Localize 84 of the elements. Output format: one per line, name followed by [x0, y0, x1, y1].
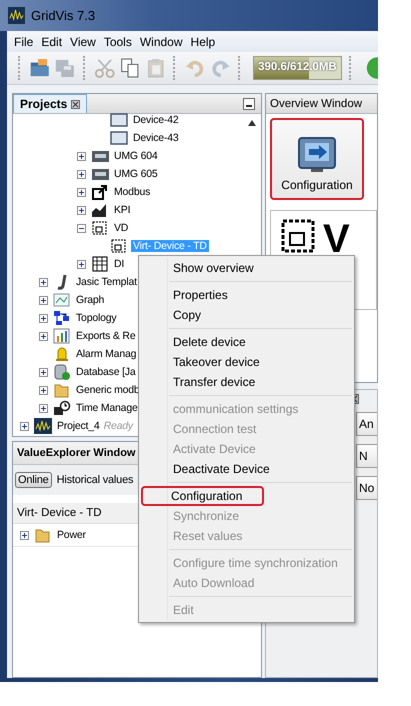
dotted-box-icon	[281, 219, 315, 253]
dotted-box-icon	[91, 220, 109, 236]
beacon-icon	[53, 346, 71, 362]
pages-icon[interactable]	[119, 56, 141, 80]
graph-icon	[53, 292, 71, 308]
tree-item[interactable]: Project_4	[55, 420, 102, 432]
menu-item[interactable]: Show overview	[139, 258, 352, 278]
bar-chart-icon	[53, 328, 71, 344]
mode-toggle[interactable]: Online	[15, 472, 52, 488]
collapse-icon[interactable]	[77, 224, 86, 232]
menu-item[interactable]: Tools	[100, 34, 136, 48]
menu-item[interactable]: View	[66, 34, 100, 48]
dropdown-field[interactable]: An	[356, 412, 377, 436]
expand-icon[interactable]	[39, 404, 48, 412]
tree-item[interactable]: UMG 604	[112, 150, 160, 162]
expand-icon[interactable]	[77, 170, 86, 178]
waveform-icon	[8, 7, 25, 24]
round-icon[interactable]	[365, 56, 378, 80]
expand-icon[interactable]	[20, 422, 29, 430]
tree-item[interactable]: Graph	[74, 294, 106, 306]
menu-item[interactable]: Window	[136, 34, 187, 48]
dotted-box-icon	[110, 238, 128, 254]
clock-icon	[53, 400, 71, 416]
tree-item[interactable]: Device-42	[131, 114, 180, 126]
close-icon[interactable]	[71, 100, 80, 108]
expand-icon[interactable]	[39, 296, 48, 304]
tree-item[interactable]: VD	[112, 222, 130, 234]
database-icon	[53, 364, 71, 380]
tree-item[interactable]: Device-43	[131, 132, 180, 144]
export-icon	[91, 184, 109, 200]
meter-icon	[91, 148, 109, 164]
tree-item[interactable]: KPI	[112, 204, 132, 216]
menu-item[interactable]: Deactivate Device	[139, 459, 352, 479]
tree-item[interactable]: Time Manage	[74, 402, 140, 414]
dropdown-field[interactable]: No	[356, 476, 377, 500]
tree-item[interactable]: UMG 605	[112, 168, 160, 180]
menu-item[interactable]: Properties	[139, 285, 352, 305]
menu-item[interactable]: Edit	[37, 34, 66, 48]
expand-icon[interactable]	[77, 152, 86, 160]
panel-title: ValueExplorer Window	[17, 447, 136, 459]
tree-item[interactable]: Topology	[74, 312, 118, 324]
monitor-icon	[110, 130, 128, 146]
menu-item[interactable]: Takeover device	[139, 352, 352, 372]
tree-item[interactable]: Database [Ja	[74, 366, 138, 378]
tree-item[interactable]: Power	[55, 529, 88, 541]
minimize-icon[interactable]	[243, 98, 255, 110]
expand-icon[interactable]	[20, 530, 29, 540]
folder-icon	[53, 382, 71, 398]
configuration-button[interactable]: Configuration	[270, 118, 364, 200]
meter-icon	[91, 166, 109, 182]
tree-item[interactable]: Modbus	[112, 186, 152, 198]
expand-icon[interactable]	[39, 386, 48, 394]
menu-item[interactable]: Configuration	[141, 486, 264, 506]
dropdown-field[interactable]: N	[356, 444, 377, 468]
chart-icon	[91, 202, 109, 218]
menu-item[interactable]: Transfer device	[139, 372, 352, 392]
tree-item[interactable]: Jasic Templat	[74, 276, 139, 288]
expand-icon[interactable]	[77, 206, 86, 214]
expand-icon[interactable]	[39, 314, 48, 322]
tree-item[interactable]: Alarm Manag	[74, 348, 138, 360]
device-name-text: V	[323, 219, 350, 259]
menu-item[interactable]: Help	[186, 34, 220, 48]
menu-item[interactable]: Delete device	[139, 332, 352, 352]
expand-icon[interactable]	[39, 368, 48, 376]
monitor-icon	[110, 112, 128, 128]
tab-title: Projects	[20, 97, 68, 111]
menu-item[interactable]: Copy	[139, 305, 352, 325]
expand-icon[interactable]	[77, 188, 86, 196]
window-title: GridVis 7.3	[31, 8, 96, 23]
expand-icon[interactable]	[77, 260, 86, 268]
folder-icon	[34, 527, 52, 543]
waveform-icon	[34, 418, 52, 434]
grid-icon	[91, 256, 109, 272]
mode-toggle[interactable]: Historical values	[54, 472, 136, 488]
expand-icon[interactable]	[39, 278, 48, 286]
menu-item[interactable]: File	[10, 34, 38, 48]
monitor-arrow-icon	[297, 136, 337, 174]
status-text: Ready	[104, 420, 133, 432]
scroll-up-icon[interactable]	[248, 120, 256, 126]
projects-tab[interactable]: Projects	[13, 94, 88, 113]
tree-item[interactable]: DI	[112, 258, 126, 270]
network-icon	[53, 310, 71, 326]
expand-icon[interactable]	[39, 332, 48, 340]
tree-item[interactable]: Exports & Re	[74, 330, 138, 342]
